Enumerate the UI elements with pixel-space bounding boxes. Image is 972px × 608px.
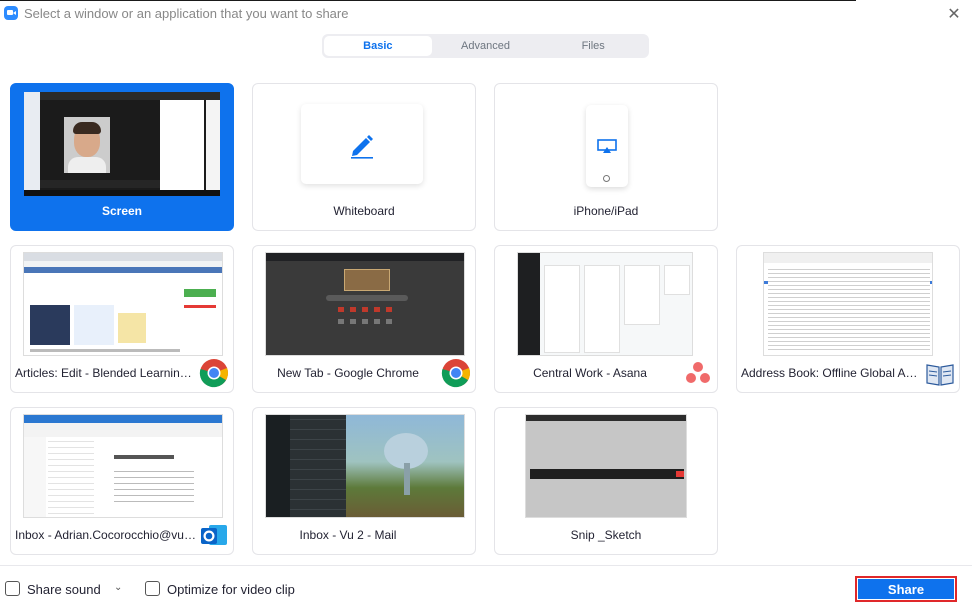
share-item-label: iPhone/iPad	[573, 204, 639, 218]
window-thumbnail	[763, 252, 933, 356]
ipad-thumbnail	[586, 105, 628, 187]
tab-advanced[interactable]: Advanced	[432, 36, 540, 56]
share-item-label: Screen	[101, 204, 143, 218]
optimize-video-checkbox[interactable]	[145, 581, 160, 596]
close-icon[interactable]: ✕	[944, 4, 964, 24]
zoom-app-icon	[4, 6, 18, 20]
share-item-chrome-newtab[interactable]: New Tab - Google Chrome	[252, 245, 476, 393]
share-item-screen[interactable]: Screen	[10, 83, 234, 231]
share-sound-checkbox[interactable]	[5, 581, 20, 596]
share-item-mail[interactable]: Inbox - Vu 2 - Mail	[252, 407, 476, 555]
share-item-label: Whiteboard	[333, 204, 395, 218]
chevron-down-icon[interactable]: ⌄	[114, 582, 122, 593]
share-tabs: Basic Advanced Files	[322, 34, 649, 58]
title-bar-edge	[0, 0, 856, 1]
window-thumbnail	[525, 414, 687, 518]
share-item-outlook-inbox[interactable]: Inbox - Adrian.Cocorocchio@vu....	[10, 407, 234, 555]
screen-thumbnail	[24, 92, 220, 196]
home-button-icon	[603, 175, 610, 182]
airplay-icon	[597, 139, 617, 153]
share-item-asana[interactable]: Central Work - Asana	[494, 245, 718, 393]
title-bar: Select a window or an application that y…	[0, 0, 972, 28]
share-button[interactable]: Share	[858, 579, 954, 599]
pen-icon	[351, 135, 373, 159]
window-thumbnail	[23, 252, 223, 356]
tab-basic[interactable]: Basic	[324, 36, 432, 56]
window-thumbnail	[23, 414, 223, 518]
share-item-address-book[interactable]: Address Book: Offline Global Add...	[736, 245, 960, 393]
share-sound-label: Share sound	[27, 582, 101, 597]
share-item-snip-sketch[interactable]: Snip _Sketch	[494, 407, 718, 555]
tab-files[interactable]: Files	[539, 36, 647, 56]
footer-divider	[0, 565, 972, 566]
outlook-icon	[201, 525, 227, 545]
window-thumbnail	[265, 252, 465, 356]
window-thumbnail	[517, 252, 693, 356]
chrome-icon	[441, 359, 470, 388]
share-item-iphone-ipad[interactable]: iPhone/iPad	[494, 83, 718, 231]
share-item-label: Snip _Sketch	[570, 528, 642, 542]
address-book-icon	[926, 364, 954, 386]
asana-icon	[686, 362, 710, 383]
window-title: Select a window or an application that y…	[24, 6, 349, 21]
whiteboard-thumbnail	[301, 104, 423, 184]
share-item-label: Inbox - Vu 2 - Mail	[299, 528, 397, 542]
chrome-icon	[199, 359, 228, 388]
share-item-whiteboard[interactable]: Whiteboard	[252, 83, 476, 231]
optimize-video-label: Optimize for video clip	[167, 582, 295, 597]
window-thumbnail	[265, 414, 465, 518]
share-item-chrome-articles[interactable]: Articles: Edit - Blended Learning ...	[10, 245, 234, 393]
